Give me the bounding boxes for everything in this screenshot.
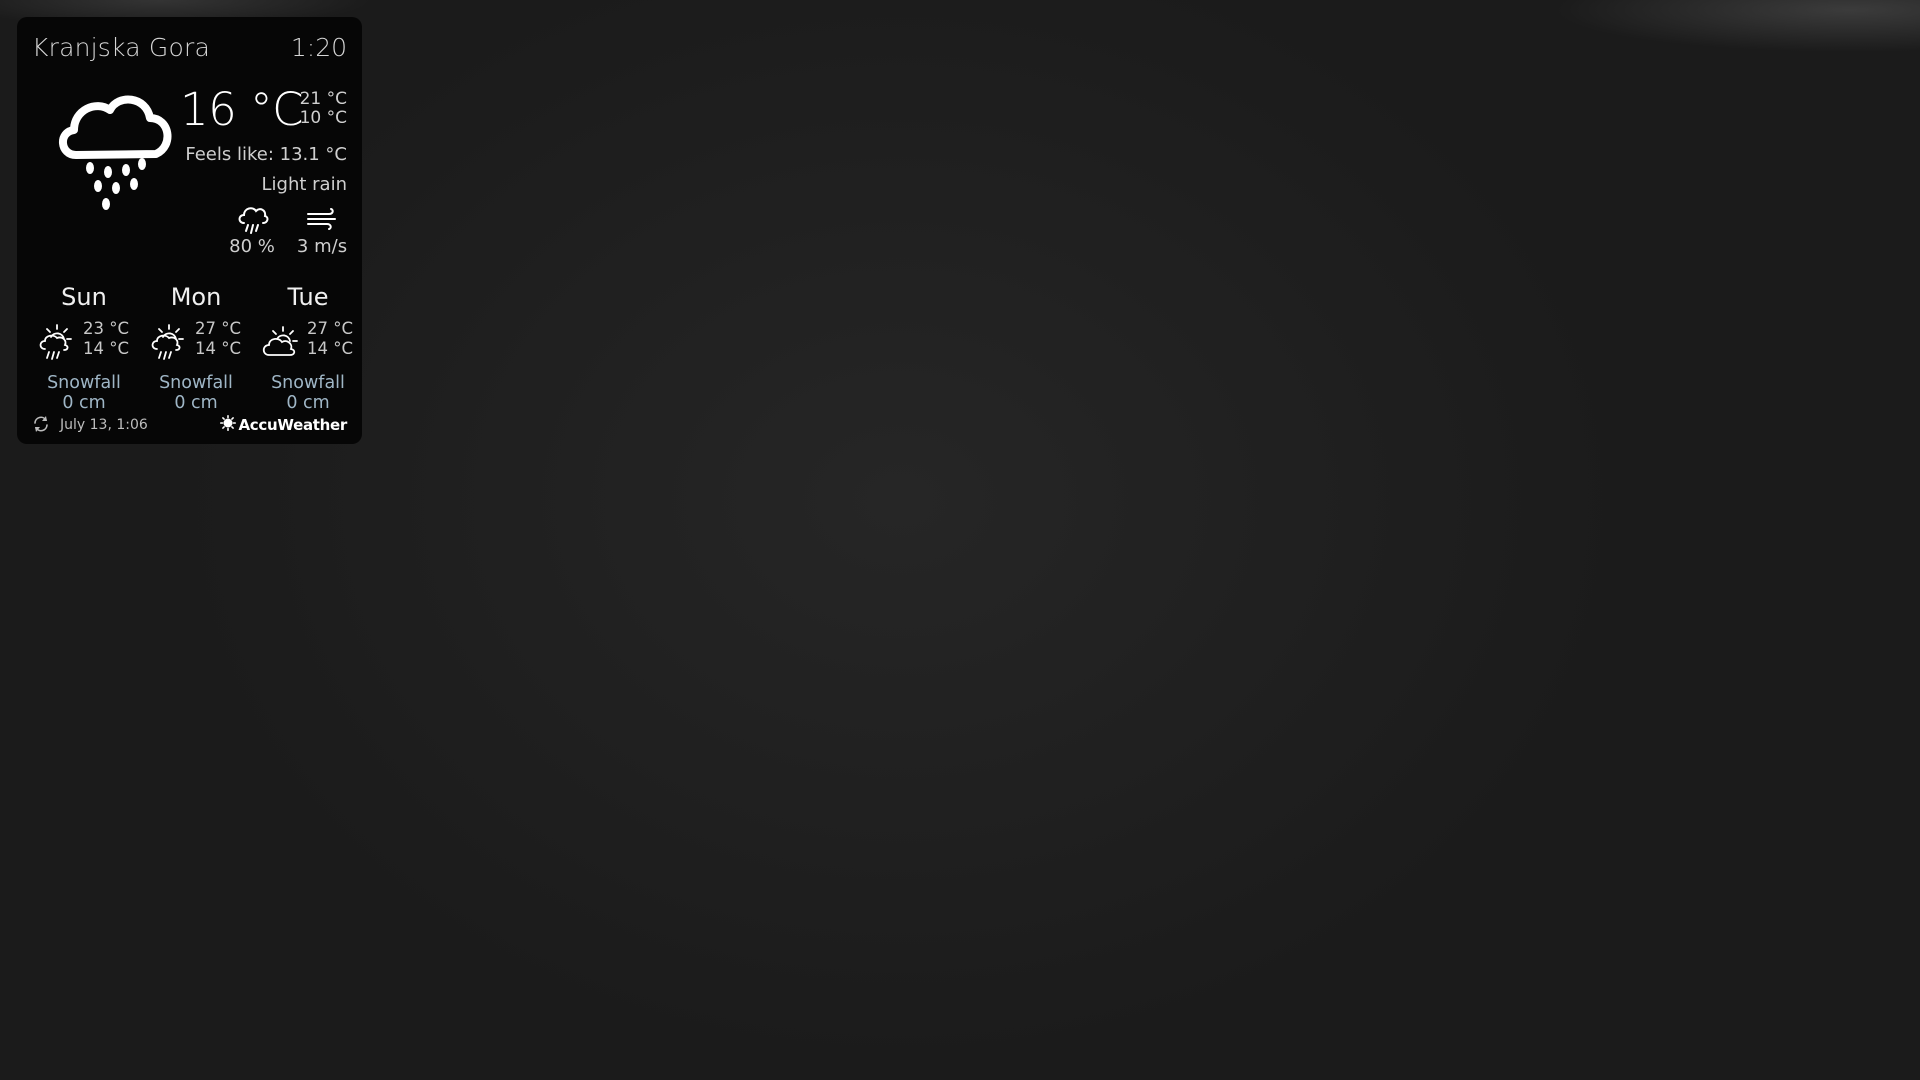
wind-stat: 3 m/s bbox=[292, 204, 352, 257]
forecast-high: 27 °C bbox=[306, 319, 353, 338]
partly-cloudy-icon bbox=[261, 323, 299, 361]
snowfall-value: 0 cm bbox=[286, 393, 330, 413]
current-temperature: 16 °C bbox=[180, 83, 304, 136]
high-temperature: 21 °C bbox=[299, 89, 347, 109]
forecast-day-name: Mon bbox=[170, 283, 222, 311]
location-name: Kranjska Gora bbox=[32, 33, 210, 62]
precipitation-stat: 80 % bbox=[222, 204, 282, 257]
current-time: 1:20 bbox=[290, 33, 347, 62]
forecast-temps: 27 °C 14 °C bbox=[307, 319, 353, 359]
snowfall-value: 0 cm bbox=[174, 393, 218, 413]
last-updated: July 13, 1:06 bbox=[60, 417, 148, 433]
sun-rain-icon bbox=[37, 323, 75, 361]
forecast-day-name: Tue bbox=[287, 283, 329, 311]
refresh-icon[interactable] bbox=[32, 415, 50, 437]
cloud-rain-icon bbox=[46, 80, 176, 210]
snowfall-label: Snowfall bbox=[47, 373, 121, 393]
forecast-temps: 27 °C 14 °C bbox=[195, 319, 241, 359]
forecast-low: 14 °C bbox=[194, 339, 241, 358]
forecast-high: 27 °C bbox=[194, 319, 241, 338]
high-low-temperatures: 21 °C 10 °C bbox=[300, 90, 347, 128]
forecast-high: 23 °C bbox=[82, 319, 129, 338]
forecast-day: Mon 27 °C 14 °C Snowfall 0 cm bbox=[141, 283, 251, 413]
sun-rain-icon bbox=[149, 323, 187, 361]
snowfall-value: 0 cm bbox=[62, 393, 106, 413]
widget-header: Kranjska Gora 1:20 bbox=[32, 27, 347, 67]
wind-value: 3 m/s bbox=[296, 236, 348, 257]
snowfall-label: Snowfall bbox=[159, 373, 233, 393]
widget-footer: July 13, 1:06 AccuWeather bbox=[32, 415, 347, 439]
forecast-day: Tue 27 °C 14 °C Snowfall 0 cm bbox=[253, 283, 363, 413]
forecast-temps: 23 °C 14 °C bbox=[83, 319, 129, 359]
forecast-low: 14 °C bbox=[306, 339, 353, 358]
wind-icon bbox=[292, 204, 352, 234]
forecast-day-name: Sun bbox=[61, 283, 107, 311]
forecast-day: Sun 23 °C 14 °C Snowfall 0 cm bbox=[29, 283, 139, 413]
low-temperature: 10 °C bbox=[299, 108, 347, 128]
feels-like: Feels like: 13.1 °C bbox=[185, 144, 347, 165]
forecast-low: 14 °C bbox=[82, 339, 129, 358]
sun-logo-icon bbox=[219, 415, 236, 435]
precipitation-value: 80 % bbox=[229, 236, 275, 257]
weather-widget: Kranjska Gora 1:20 16 °C 21 °C 10 °C Fee… bbox=[17, 17, 362, 444]
provider-name: AccuWeather bbox=[238, 416, 348, 434]
accuweather-logo[interactable]: AccuWeather bbox=[219, 415, 348, 435]
rain-icon bbox=[222, 204, 282, 234]
snowfall-label: Snowfall bbox=[271, 373, 345, 393]
weather-condition: Light rain bbox=[261, 174, 347, 195]
